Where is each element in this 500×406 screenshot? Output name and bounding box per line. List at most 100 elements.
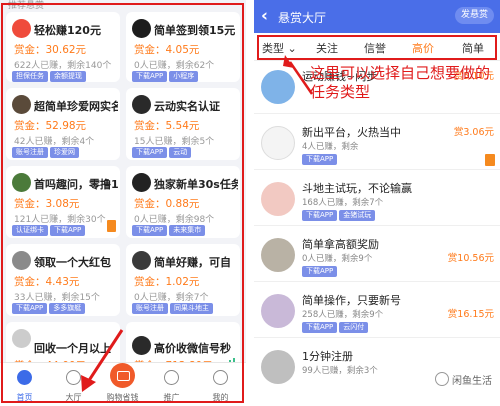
task-card-reward: 赏金：30.62元 xyxy=(14,44,87,56)
task-stats: 0人已赚，剩余9个 xyxy=(302,254,373,264)
task-card-title: 高价收微信号秒 xyxy=(154,342,231,355)
nav-shopping-label: 购物省钱 xyxy=(106,393,139,402)
task-card[interactable]: 轻松赚120元 赏金：30.62元 622人已赚，剩余140个 担保任务 余额提现 xyxy=(6,12,120,82)
task-card-title: 轻松赚120元 xyxy=(34,24,101,37)
task-tag: 账号注册 xyxy=(132,303,168,314)
task-card-title: 领取一个大红包 xyxy=(34,256,111,269)
task-card-reward: 赏金：4.05元 xyxy=(134,44,200,56)
task-card-stats: 121人已赚，剩余30个 xyxy=(14,215,106,225)
task-row[interactable]: 新出平台，火热当中 4人已赚，剩余 下载APP 赏3.06元 xyxy=(254,118,500,170)
task-card-stats: 42人已赚，剩余4个 xyxy=(14,137,95,147)
task-name: 简单操作，只要新号 xyxy=(302,294,401,307)
task-card-reward: 赏金：0.88元 xyxy=(134,198,200,210)
task-tag: 多多旗艇 xyxy=(49,303,86,314)
task-tag: 下载APP xyxy=(132,71,168,82)
task-name: 新出平台，火热当中 xyxy=(302,126,401,139)
task-avatar xyxy=(12,19,31,38)
filter-type[interactable]: 类型 ⌄ xyxy=(262,40,297,56)
filter-high-price[interactable]: 高价 xyxy=(412,40,434,56)
top-bar: ‹ 悬赏大厅 发悬赏 xyxy=(254,0,500,33)
task-card[interactable]: 超简单珍爱网实名 赏金：52.98元 42人已赚，剩余4个 账号注册 珍爱网 xyxy=(6,88,120,160)
task-avatar xyxy=(261,350,295,384)
task-row[interactable]: 斗地主试玩，不论输赢 168人已赚，剩余7个 下载APP 金猪试玩 xyxy=(254,174,500,226)
task-tag: 认证绑卡 xyxy=(12,225,48,236)
fire-badge-icon xyxy=(107,220,116,232)
task-stats: 4人已赚，剩余 xyxy=(302,142,359,152)
nav-hall-label: 大厅 xyxy=(65,393,82,402)
task-card-reward: 赏金：1.02元 xyxy=(134,276,200,288)
task-avatar xyxy=(12,173,31,192)
task-tag: 下载APP xyxy=(132,225,168,236)
task-card[interactable]: 领取一个大红包 赏金：4.43元 33人已赚，剩余15个 下载APP 多多旗艇 xyxy=(6,244,120,316)
task-card[interactable]: 云动实名认证 赏金：5.54元 15人已赚，剩余5个 下载APP 云动 xyxy=(126,88,240,160)
task-card-title: 回收一个月以上 xyxy=(34,342,111,355)
task-tag: 小程序 xyxy=(169,71,199,82)
task-avatar xyxy=(12,251,31,270)
task-card-stats: 0人已赚，剩余7个 xyxy=(134,293,209,303)
task-tag: 余额提现 xyxy=(50,71,86,82)
task-tag: 担保任务 xyxy=(12,71,48,82)
task-card[interactable]: 独家新单30s任务 赏金：0.88元 0人已赚，剩余98个 下载APP 未来集市 xyxy=(126,166,240,238)
nav-promote[interactable]: 推广 xyxy=(147,363,196,406)
hall-icon xyxy=(66,370,81,385)
back-icon[interactable]: ‹ xyxy=(261,6,268,26)
task-card-reward: 赏金：52.98元 xyxy=(14,120,87,132)
task-card[interactable]: 简单签到领15元 赏金：4.05元 0人已赚，剩余62个 下载APP 小程序 xyxy=(126,12,240,82)
nav-mine[interactable]: 我的 xyxy=(196,363,245,406)
task-stats: 168人已赚，剩余7个 xyxy=(302,198,384,208)
nav-promote-label: 推广 xyxy=(163,393,180,402)
task-name: 斗地主试玩，不论输赢 xyxy=(302,182,412,195)
bottom-nav: 首页 大厅 购物省钱 推广 我的 xyxy=(0,362,246,406)
task-tag: 下载APP xyxy=(302,266,338,277)
filter-follow[interactable]: 关注 xyxy=(316,40,338,56)
task-tag: 下载APP xyxy=(302,210,338,221)
task-avatar xyxy=(132,95,151,114)
task-card-reward: 赏金：4.43元 xyxy=(14,276,80,288)
filter-simple[interactable]: 简单 xyxy=(462,40,484,56)
task-tag: 下载APP xyxy=(12,303,48,314)
task-recommend-screen: 推荐悬赏 轻松赚120元 赏金：30.62元 622人已赚，剩余140个 担保任… xyxy=(0,0,246,406)
task-avatar xyxy=(261,182,295,216)
task-tag: 云闪付 xyxy=(339,322,369,333)
task-tag: 未来集市 xyxy=(169,225,206,236)
task-reward: 赏10.56元 xyxy=(447,253,494,264)
divider xyxy=(246,0,254,406)
task-card-reward: 赏金：5.54元 xyxy=(134,120,200,132)
task-name: 1分钟注册 xyxy=(302,350,353,363)
task-card-stats: 0人已赚，剩余62个 xyxy=(134,61,215,71)
task-tag: 同果斗地主 xyxy=(170,303,213,314)
task-card-title: 独家新单30s任务 xyxy=(154,178,238,191)
task-card-title: 超简单珍爱网实名 xyxy=(34,100,118,113)
task-tag: 下载APP xyxy=(302,154,338,165)
filter-reputation[interactable]: 信誉 xyxy=(364,40,386,56)
filter-bar: 类型 ⌄ 关注 信誉 高价 简单 xyxy=(254,33,500,61)
task-card[interactable]: 首吗趣问，零撸1 赏金：3.08元 121人已赚，剩余30个 认证绑卡 下载APP xyxy=(6,166,120,238)
task-tag: 下载APP xyxy=(302,322,338,333)
task-reward: 赏3.06元 xyxy=(453,127,494,138)
task-tag: 账号注册 xyxy=(12,147,48,158)
chevron-down-icon: ⌄ xyxy=(287,42,297,55)
task-row[interactable]: 简单拿高额奖励 0人已赚，剩余9个 下载APP 赏10.56元 xyxy=(254,230,500,282)
page-title: 悬赏大厅 xyxy=(278,11,327,25)
task-card[interactable]: 简单好赚，可自 赏金：1.02元 0人已赚，剩余7个 账号注册 同果斗地主 xyxy=(126,244,240,316)
nav-home[interactable]: 首页 xyxy=(0,363,49,406)
section-header: 推荐悬赏 xyxy=(0,0,246,12)
nav-mine-label: 我的 xyxy=(212,393,229,402)
task-tag: 珍爱网 xyxy=(50,147,79,158)
task-card-title: 简单签到领15元 xyxy=(154,24,236,37)
task-row[interactable]: 简单操作，只要新号 258人已赚，剩余9个 下载APP 云闪付 赏16.15元 xyxy=(254,286,500,338)
task-avatar xyxy=(132,251,151,270)
task-avatar xyxy=(261,70,295,104)
nav-shopping[interactable]: 购物省钱 xyxy=(98,363,147,406)
publish-reward-button[interactable]: 发悬赏 xyxy=(454,7,494,24)
task-card-stats: 15人已赚，剩余5个 xyxy=(134,137,215,147)
task-avatar xyxy=(12,95,31,114)
task-avatar xyxy=(132,19,151,38)
annotation-text: 这里可以选择自己想要做的任务类型 xyxy=(310,64,491,101)
task-avatar xyxy=(12,329,31,348)
task-card-title: 云动实名认证 xyxy=(154,100,220,113)
task-tag: 云动 xyxy=(169,147,192,158)
nav-hall[interactable]: 大厅 xyxy=(49,363,98,406)
task-card-stats: 0人已赚，剩余98个 xyxy=(134,215,215,225)
filter-type-label: 类型 xyxy=(262,42,284,55)
